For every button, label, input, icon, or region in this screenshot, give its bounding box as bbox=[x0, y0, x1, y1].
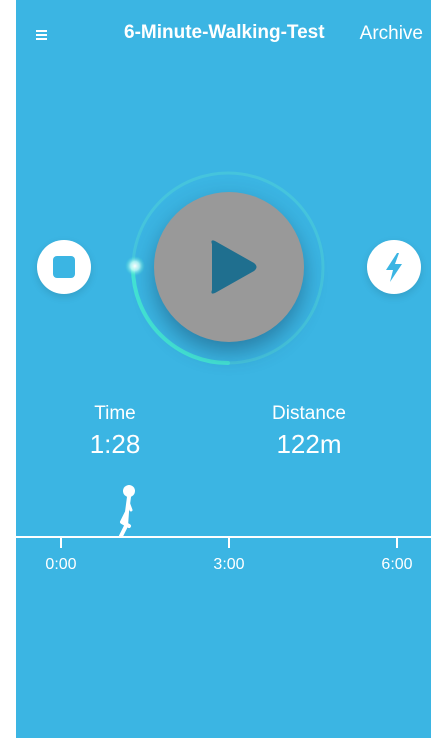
boost-button[interactable] bbox=[367, 240, 421, 294]
lightning-bolt-icon bbox=[386, 253, 402, 282]
app-screen: 6-Minute-Walking-Test Archive Time 1:28 … bbox=[16, 0, 431, 738]
timeline-tick-label-mid: 3:00 bbox=[213, 556, 245, 573]
play-icon bbox=[211, 240, 257, 294]
timeline-tick-label-start: 0:00 bbox=[45, 556, 77, 573]
walking-person-icon bbox=[119, 485, 135, 538]
timeline-tick-label-end: 6:00 bbox=[381, 556, 413, 573]
stop-button[interactable] bbox=[37, 240, 91, 294]
stop-icon bbox=[53, 256, 75, 278]
hamburger-menu-icon[interactable] bbox=[36, 28, 50, 42]
timeline-track bbox=[16, 536, 431, 538]
time-label: Time bbox=[94, 403, 136, 424]
timeline-tick bbox=[60, 538, 62, 548]
timeline-tick bbox=[396, 538, 398, 548]
archive-button[interactable]: Archive bbox=[360, 23, 423, 45]
timeline-tick bbox=[228, 538, 230, 548]
progress-indicator-glow bbox=[125, 256, 145, 276]
distance-value: 122m bbox=[276, 429, 342, 459]
page-title: 6-Minute-Walking-Test bbox=[124, 22, 325, 43]
play-button[interactable] bbox=[154, 192, 304, 342]
time-value: 1:28 bbox=[89, 429, 141, 459]
distance-label: Distance bbox=[272, 403, 346, 424]
